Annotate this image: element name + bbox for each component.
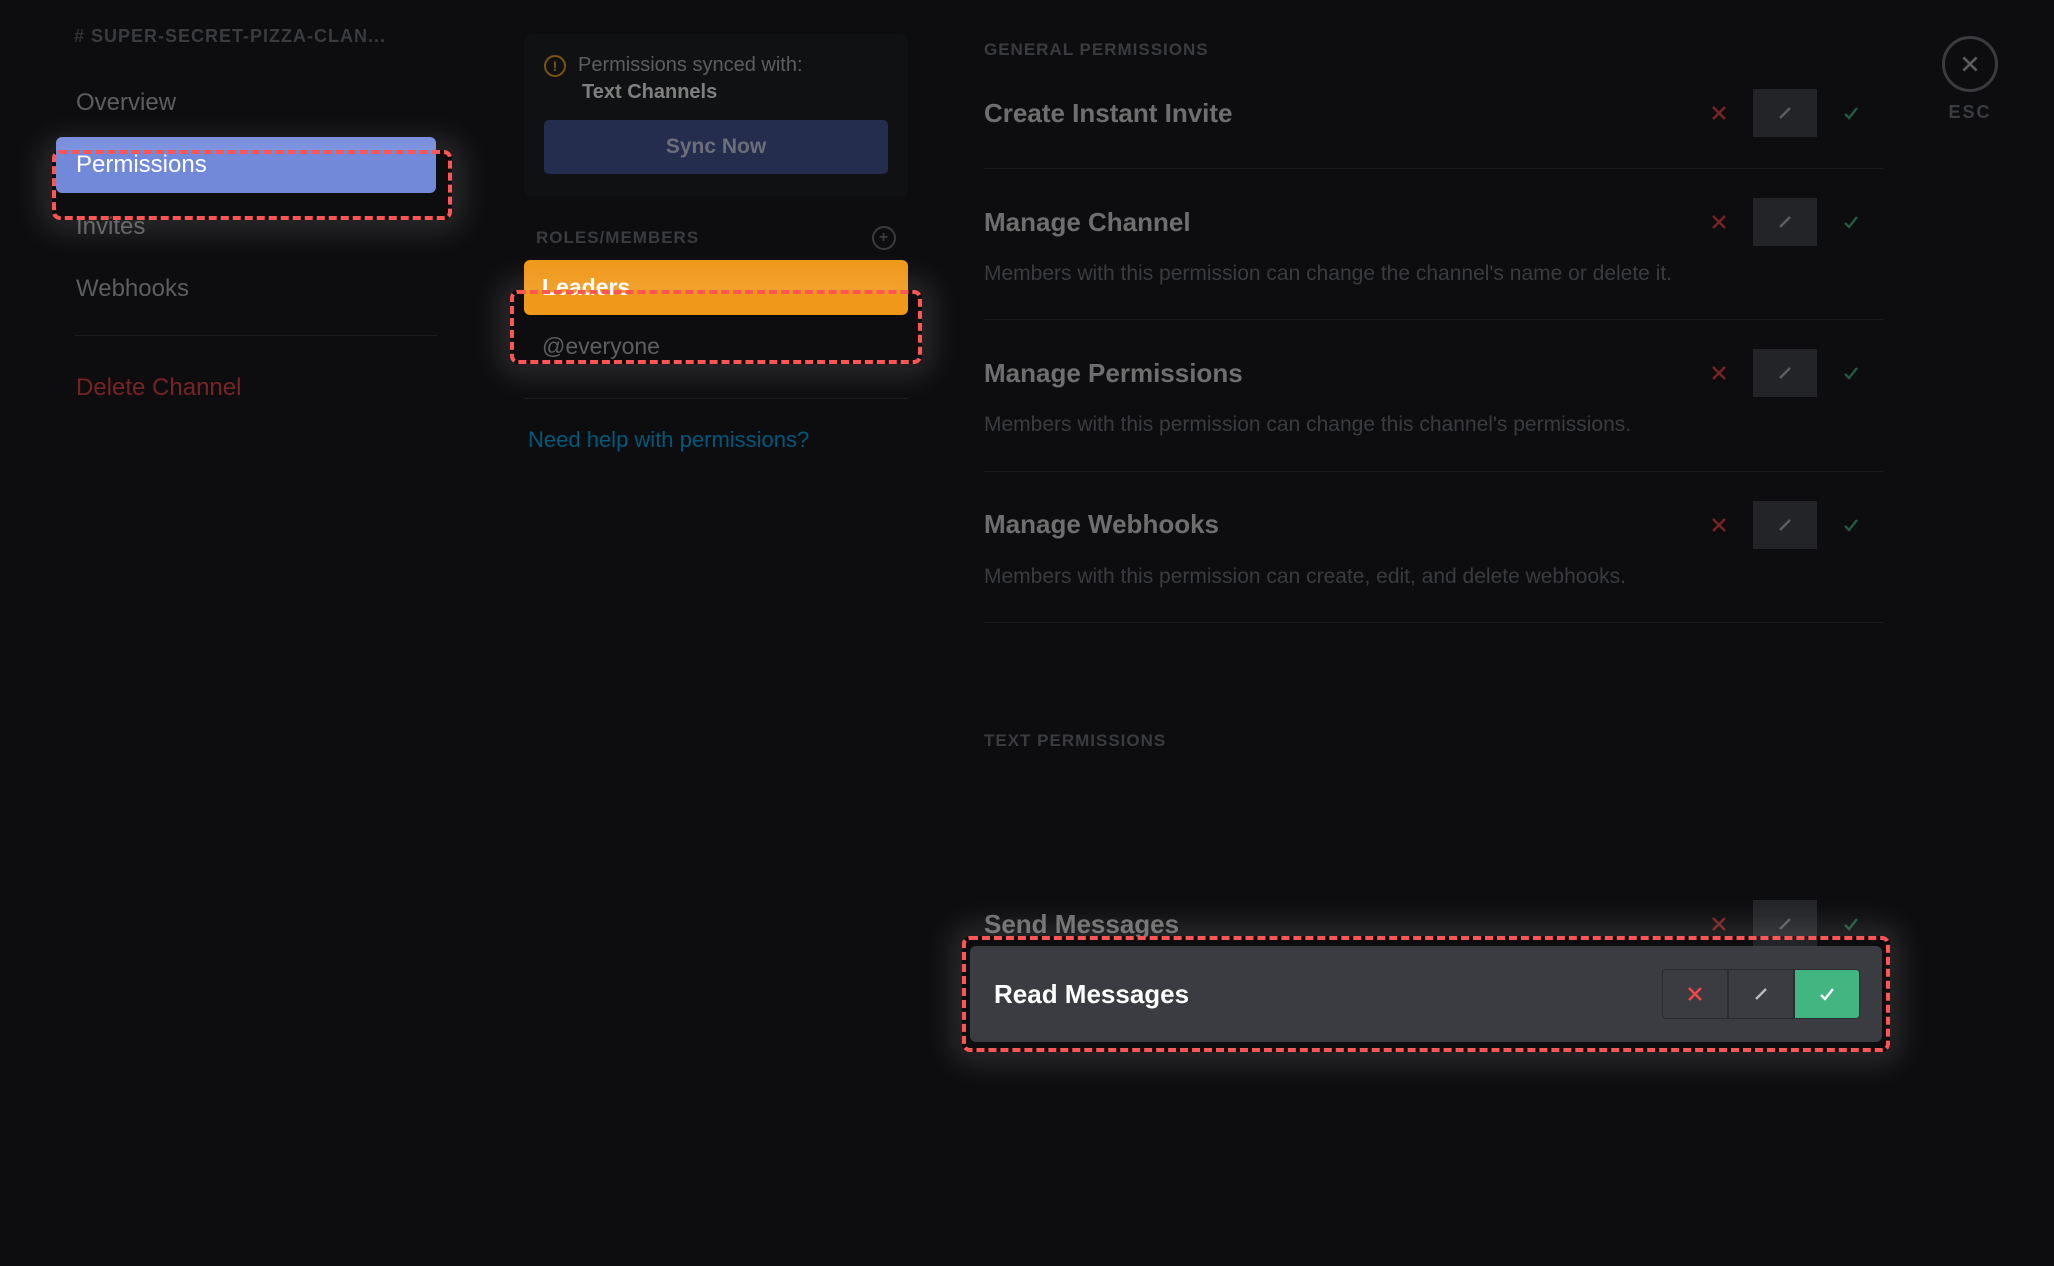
roles-column: ! Permissions synced with: Text Channels… (524, 34, 908, 453)
perm-title: Read Messages (994, 979, 1189, 1010)
sidebar-item-invites[interactable]: Invites (56, 199, 436, 255)
perm-desc: Members with this permission can create,… (984, 562, 1824, 592)
perm-read-messages: Read Messages (970, 946, 1882, 1042)
perm-manage-channel: Manage Channel (984, 197, 1884, 247)
section-text-permissions: TEXT PERMISSIONS (984, 731, 1884, 751)
perm-title: Create Instant Invite (984, 98, 1233, 129)
perm-divider (984, 319, 1884, 320)
permissions-panel: GENERAL PERMISSIONS Create Instant Invit… (984, 40, 1884, 1051)
perm-toggle-manage-webhooks[interactable] (1686, 500, 1884, 550)
channel-settings-sidebar: # SUPER-SECRET-PIZZA-CLAN... Overview Pe… (56, 26, 456, 422)
perm-divider (984, 471, 1884, 472)
channel-name-text: SUPER-SECRET-PIZZA-CLAN... (91, 26, 386, 47)
sidebar-item-permissions[interactable]: Permissions (56, 137, 436, 193)
perm-title: Manage Permissions (984, 358, 1243, 389)
sync-text-line1: Permissions synced with: (578, 54, 803, 77)
sidebar-item-delete-channel[interactable]: Delete Channel (56, 360, 436, 416)
roles-header: ROLES/MEMBERS + (524, 226, 908, 260)
role-item-leaders[interactable]: Leaders (524, 260, 908, 315)
sidebar-item-overview[interactable]: Overview (56, 75, 436, 131)
sync-text-line2: Text Channels (582, 81, 888, 104)
perm-manage-permissions: Manage Permissions (984, 348, 1884, 398)
hash-icon: # (74, 26, 85, 47)
perm-title: Send Messages (984, 909, 1179, 940)
perm-desc: Members with this permission can change … (984, 410, 1824, 440)
perm-create-instant-invite: Create Instant Invite (984, 88, 1884, 138)
perm-toggle-send-messages[interactable] (1686, 899, 1884, 949)
perm-desc: Members with this permission can change … (984, 259, 1824, 289)
perm-toggle-manage-permissions[interactable] (1686, 348, 1884, 398)
add-role-icon[interactable]: + (872, 226, 896, 250)
perm-toggle-create-invite[interactable] (1686, 88, 1884, 138)
channel-name-header: # SUPER-SECRET-PIZZA-CLAN... (56, 26, 456, 47)
perm-divider (984, 622, 1884, 623)
roles-header-label: ROLES/MEMBERS (536, 228, 699, 248)
roles-divider (524, 398, 908, 399)
sync-card: ! Permissions synced with: Text Channels… (524, 34, 908, 196)
perm-send-messages: Send Messages (984, 899, 1884, 949)
sync-now-button[interactable]: Sync Now (544, 120, 888, 174)
perm-divider (984, 168, 1884, 169)
perm-toggle-manage-channel[interactable] (1686, 197, 1884, 247)
section-general-permissions: GENERAL PERMISSIONS (984, 40, 1884, 60)
perm-title: Manage Webhooks (984, 509, 1219, 540)
sidebar-divider (74, 335, 438, 336)
sidebar-item-webhooks[interactable]: Webhooks (56, 261, 436, 317)
esc-label: ESC (1942, 102, 1998, 123)
perm-title: Manage Channel (984, 207, 1191, 238)
warning-icon: ! (544, 55, 566, 77)
role-item-everyone[interactable]: @everyone (524, 319, 908, 374)
close-button[interactable] (1942, 36, 1998, 92)
permissions-help-link[interactable]: Need help with permissions? (524, 427, 908, 453)
perm-toggle-read-messages[interactable] (1662, 969, 1860, 1019)
close-settings: ESC (1942, 36, 1998, 123)
perm-manage-webhooks: Manage Webhooks (984, 500, 1884, 550)
